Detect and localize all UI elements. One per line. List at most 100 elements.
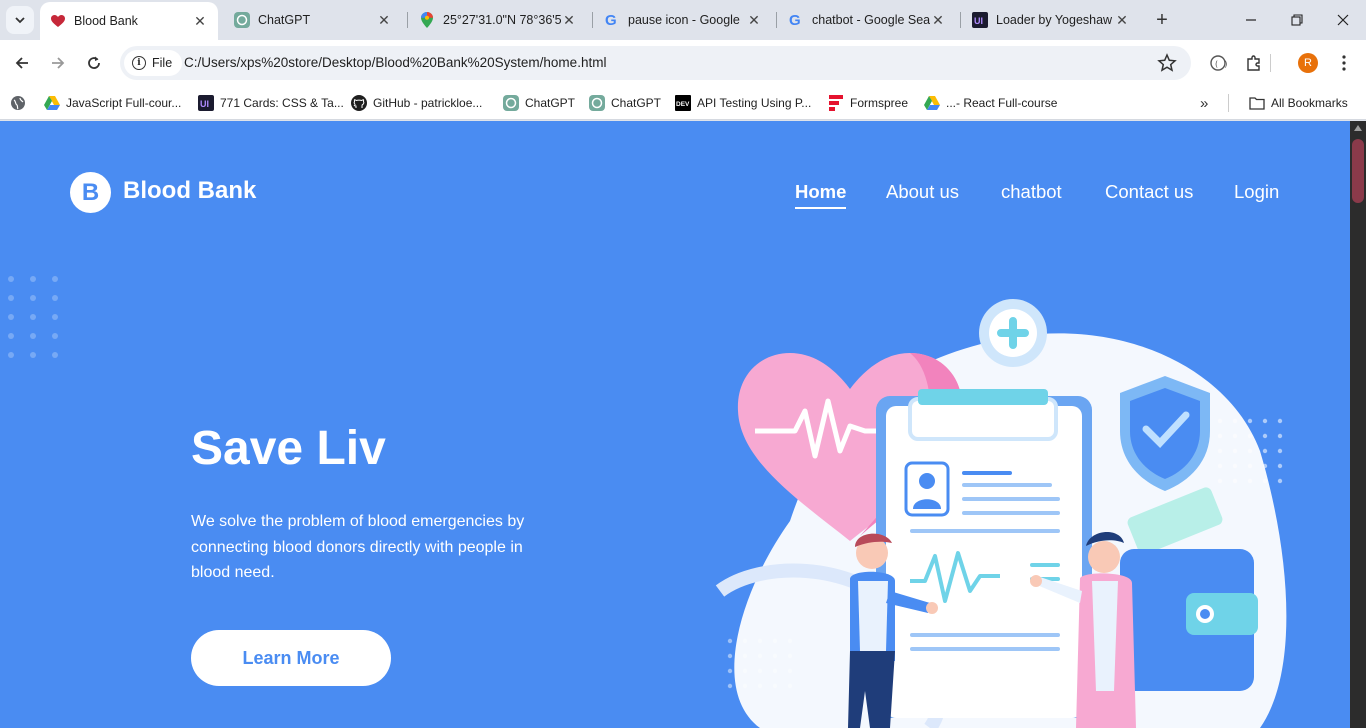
site-brand[interactable]: Blood Bank [123, 177, 256, 205]
bookmark-item[interactable]: Formspree [828, 92, 908, 114]
scroll-up-arrow-icon[interactable] [1354, 125, 1362, 131]
chatgpt-favicon-icon [234, 12, 250, 28]
puzzle-icon [1247, 55, 1260, 71]
tab-separator [407, 12, 408, 28]
tab-separator [960, 12, 961, 28]
drive-icon [44, 95, 60, 111]
address-bar[interactable]: i File C:/Users/xps%20store/Desktop/Bloo… [120, 46, 1191, 80]
bookmark-item[interactable]: DEV API Testing Using P... [675, 92, 811, 114]
web-page: B Blood Bank Home About us chatbot Conta… [0, 121, 1350, 728]
globe-icon [10, 95, 26, 111]
tab-close-icon[interactable]: ✕ [192, 13, 208, 29]
tab-close-icon[interactable]: ✕ [376, 12, 392, 28]
tab-separator [776, 12, 777, 28]
google-favicon-icon: G [604, 12, 620, 28]
nav-contact[interactable]: Contact us [1105, 181, 1193, 203]
svg-text:( ): ( ) [1214, 60, 1227, 69]
bookmark-item[interactable]: ChatGPT [503, 92, 575, 114]
tab-google-pause[interactable]: G pause icon - Google ✕ [594, 4, 772, 36]
arrow-left-icon [15, 57, 28, 69]
drive-icon [924, 95, 940, 111]
arrow-right-icon [52, 57, 65, 69]
bookmarks-bar: JavaScript Full-cour... UI 771 Cards: CS… [0, 86, 1366, 120]
lens-extension-button[interactable]: ( ) [1206, 51, 1230, 75]
bookmark-label: GitHub - patrickloe... [373, 96, 483, 110]
tab-title: 25°27'31.0"N 78°36'5 [443, 13, 561, 27]
all-bookmarks-button[interactable]: All Bookmarks [1249, 92, 1348, 114]
plus-icon: + [1156, 8, 1168, 31]
svg-text:UI: UI [200, 99, 209, 109]
forward-button[interactable] [44, 49, 72, 77]
bookmark-item[interactable]: UI 771 Cards: CSS & Ta... [198, 92, 344, 114]
tab-google-chatbot[interactable]: G chatbot - Google Sea ✕ [778, 4, 956, 36]
extension-circle-icon: ( ) [1210, 55, 1227, 71]
browser-menu-button[interactable] [1332, 51, 1356, 75]
tab-title: chatbot - Google Sea [812, 13, 930, 27]
tab-close-icon[interactable]: ✕ [561, 12, 577, 28]
tab-title: Blood Bank [74, 14, 138, 28]
tab-strip: Blood Bank ✕ ChatGPT ✕ 25°27'31.0"N 78°3… [0, 0, 1366, 40]
info-icon: i [132, 56, 146, 70]
bookmark-label: Formspree [850, 96, 909, 110]
all-bookmarks-label: All Bookmarks [1271, 96, 1348, 110]
folder-icon [1249, 95, 1265, 111]
restore-button[interactable] [1274, 6, 1320, 34]
chatgpt-icon [589, 95, 605, 111]
bookmarks-divider [1228, 94, 1229, 112]
bookmarks-overflow-button[interactable]: » [1200, 92, 1208, 114]
close-icon [1337, 14, 1349, 26]
nav-home[interactable]: Home [795, 181, 846, 203]
close-window-button[interactable] [1320, 6, 1366, 34]
page-scrollbar[interactable] [1350, 121, 1366, 728]
chevron-down-icon [15, 17, 25, 24]
bookmark-label: ChatGPT [525, 96, 576, 110]
tab-search-button[interactable] [6, 6, 34, 34]
formspree-icon [828, 95, 844, 111]
toolbar-divider [1270, 54, 1271, 72]
tab-chatgpt[interactable]: ChatGPT ✕ [224, 4, 402, 36]
bookmark-item[interactable]: ...- React Full-course [924, 92, 1057, 114]
learn-more-button[interactable]: Learn More [191, 630, 391, 686]
svg-text:UI: UI [974, 16, 983, 26]
medical-illustration [715, 299, 1287, 728]
reload-icon [88, 56, 100, 69]
tab-close-icon[interactable]: ✕ [1114, 12, 1130, 28]
clipboard-icon [876, 389, 1092, 718]
uiverse-icon: UI [198, 95, 214, 111]
reload-button[interactable] [80, 49, 108, 77]
maps-pin-icon [419, 12, 435, 28]
tab-blood-bank[interactable]: Blood Bank ✕ [40, 2, 218, 40]
nav-chatbot[interactable]: chatbot [1001, 181, 1062, 203]
tab-close-icon[interactable]: ✕ [746, 12, 762, 28]
url-text[interactable]: C:/Users/xps%20store/Desktop/Blood%20Ban… [184, 55, 606, 70]
bookmark-item[interactable]: JavaScript Full-cour... [44, 92, 181, 114]
bookmark-star-icon[interactable] [1157, 53, 1177, 78]
bookmark-item[interactable]: ChatGPT [589, 92, 661, 114]
github-icon [351, 95, 367, 111]
dev-icon: DEV [675, 95, 691, 111]
back-button[interactable] [8, 49, 36, 77]
profile-avatar[interactable]: R [1298, 53, 1318, 73]
tab-close-icon[interactable]: ✕ [930, 12, 946, 28]
new-tab-button[interactable]: + [1150, 8, 1174, 32]
nav-about[interactable]: About us [886, 181, 959, 203]
bookmark-item[interactable]: GitHub - patrickloe... [351, 92, 482, 114]
medical-plus-icon [979, 299, 1047, 367]
svg-text:G: G [789, 12, 801, 28]
bookmark-label: JavaScript Full-cour... [66, 96, 182, 110]
tab-separator [592, 12, 593, 28]
tab-loader[interactable]: UI Loader by Yogeshaw ✕ [962, 4, 1140, 36]
tab-maps[interactable]: 25°27'31.0"N 78°36'5 ✕ [409, 4, 587, 36]
google-favicon-icon: G [788, 12, 804, 28]
hero-description: We solve the problem of blood emergencie… [191, 513, 525, 581]
chevron-double-right-icon: » [1200, 94, 1209, 112]
site-info-chip[interactable]: i File [124, 50, 183, 76]
nav-login[interactable]: Login [1234, 181, 1279, 203]
site-logo[interactable]: B [70, 172, 111, 213]
svg-text:G: G [605, 12, 617, 28]
apps-button[interactable] [10, 92, 32, 114]
extensions-button[interactable] [1242, 51, 1266, 75]
scrollbar-thumb[interactable] [1352, 139, 1364, 203]
minimize-button[interactable] [1228, 6, 1274, 34]
restore-icon [1291, 14, 1303, 26]
